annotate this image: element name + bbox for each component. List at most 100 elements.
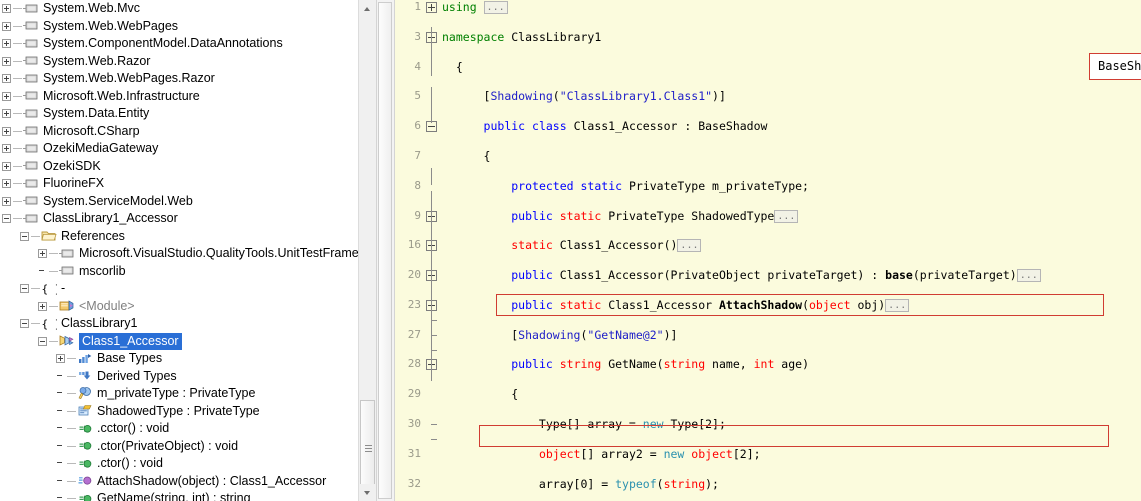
code-line[interactable]: 32 array[0] = typeof(string); [395, 477, 1141, 492]
code-text: public static Class1_Accessor AttachShad… [442, 298, 910, 313]
code-line[interactable]: 29 { [395, 387, 1141, 402]
code-line[interactable]: 5 [Shadowing("ClassLibrary1.Class1")] [395, 89, 1141, 104]
expander-plus-icon[interactable] [2, 74, 11, 84]
expander-plus-icon[interactable] [2, 56, 11, 66]
collapsed-region-icon[interactable]: ... [1016, 269, 1041, 283]
code-line[interactable]: 30 Type[] array = new Type[2]; [395, 417, 1141, 432]
scroll-up-button[interactable] [359, 0, 376, 17]
tree-item[interactable]: System.ComponentModel.DataAnnotations [0, 35, 376, 53]
code-token: Class1_Accessor [573, 119, 678, 134]
expander-plus-icon[interactable] [2, 126, 11, 136]
expander-minus-icon[interactable] [20, 319, 29, 329]
object-browser-panel[interactable]: System.Web.Mvc System.Web.WebPages System.… [0, 0, 376, 501]
collapsed-region-icon[interactable]: ... [774, 209, 799, 223]
collapsed-region-icon[interactable]: ... [677, 239, 702, 253]
tree-item[interactable]: ShadowedType : PrivateType [0, 403, 376, 421]
method-icon [77, 457, 93, 471]
tree-item[interactable]: Microsoft.VisualStudio.QualityTools.Unit… [0, 245, 376, 263]
line-number: 31 [407, 446, 421, 460]
tree-item[interactable]: { }ClassLibrary1 [0, 315, 376, 333]
namespace-icon: { } [41, 282, 58, 296]
code-lines-container[interactable]: 1 using ... 3 namespace ClassLibrary1 4 { 5 [… [395, 0, 1141, 491]
code-line[interactable]: 8 protected static PrivateType m_private… [395, 179, 1141, 194]
panel-splitter-thumb[interactable] [378, 2, 392, 499]
expander-plus-icon[interactable] [56, 354, 65, 364]
tree-item[interactable]: System.ServiceModel.Web [0, 193, 376, 211]
code-line[interactable]: 9 public static PrivateType ShadowedType… [395, 209, 1141, 224]
expander-plus-icon[interactable] [2, 4, 11, 14]
expander-plus-icon[interactable] [2, 161, 11, 171]
code-line[interactable]: 4 { [395, 60, 1141, 75]
code-line[interactable]: 16 static Class1_Accessor()... [395, 238, 1141, 253]
method-icon [77, 492, 93, 501]
panel-splitter-scrollbar[interactable] [376, 0, 395, 501]
tree-item[interactable]: System.Web.Razor [0, 53, 376, 71]
tree-item[interactable]: FluorineFX [0, 175, 376, 193]
expander-minus-icon[interactable] [20, 284, 29, 294]
tree-connector-line [67, 410, 76, 412]
code-token: Class1_Accessor(PrivateObject privateTar… [559, 268, 886, 283]
line-number: 23 [407, 297, 421, 311]
line-number: 29 [407, 387, 421, 401]
tree-item[interactable]: System.Web.WebPages.Razor [0, 70, 376, 88]
tree-item[interactable]: Base Types [0, 350, 376, 368]
collapsed-region-icon[interactable]: ... [885, 298, 910, 312]
expander-plus-icon[interactable] [2, 91, 11, 101]
assembly-icon [23, 107, 39, 121]
expander-plus-icon[interactable] [2, 179, 11, 189]
collapsed-region-icon[interactable]: ... [483, 1, 508, 14]
object-browser-tree[interactable]: System.Web.Mvc System.Web.WebPages System.… [0, 0, 376, 501]
tree-item[interactable]: OzekiMediaGateway [0, 140, 376, 158]
tree-item[interactable]: <Module> [0, 298, 376, 316]
tree-item[interactable]: GetName(string, int) : string [0, 490, 376, 501]
tree-item[interactable]: References [0, 228, 376, 246]
tree-item[interactable]: Microsoft.CSharp [0, 123, 376, 141]
code-text: public Class1_Accessor(PrivateObject pri… [442, 268, 1041, 283]
expander-minus-icon[interactable] [38, 336, 47, 346]
expander-plus-icon[interactable] [38, 301, 47, 311]
code-line[interactable]: 23 public static Class1_Accessor AttachS… [395, 298, 1141, 313]
tree-item[interactable]: m_privateType : PrivateType [0, 385, 376, 403]
tree-item[interactable]: System.Web.WebPages [0, 18, 376, 36]
code-line[interactable]: 20 public Class1_Accessor(PrivateObject … [395, 268, 1141, 283]
code-line[interactable]: 27 [Shadowing("GetName@2")] [395, 328, 1141, 343]
code-line[interactable]: 6 public class Class1_Accessor : BaseSha… [395, 119, 1141, 134]
tree-vertical-scrollbar[interactable] [358, 0, 376, 501]
expander-minus-icon[interactable] [20, 231, 29, 241]
expander-plus-icon[interactable] [38, 249, 47, 259]
tree-connector-line [49, 270, 58, 272]
scroll-down-button[interactable] [359, 484, 376, 501]
tree-item[interactable]: Derived Types [0, 368, 376, 386]
tree-connector-line [31, 323, 40, 325]
code-line[interactable]: 3 namespace ClassLibrary1 [395, 30, 1141, 45]
code-line[interactable]: 7 { [395, 149, 1141, 164]
tree-item[interactable]: mscorlib [0, 263, 376, 281]
tree-item[interactable]: AttachShadow(object) : Class1_Accessor [0, 473, 376, 491]
tree-item[interactable]: Microsoft.Web.Infrastructure [0, 88, 376, 106]
tree-item[interactable]: { }- [0, 280, 376, 298]
expander-plus-icon[interactable] [2, 21, 11, 31]
code-editor[interactable]: 1 using ... 3 namespace ClassLibrary1 4 { 5 [… [395, 0, 1141, 501]
tree-connector-line [49, 340, 58, 342]
expander-plus-icon[interactable] [2, 39, 11, 49]
expander-plus-icon[interactable] [2, 109, 11, 119]
expander-plus-icon[interactable] [2, 144, 11, 154]
code-line[interactable]: 1 using ... [395, 0, 1141, 15]
code-line[interactable]: 28 public string GetName(string name, in… [395, 357, 1141, 372]
tree-item[interactable]: .ctor(PrivateObject) : void [0, 438, 376, 456]
tree-item[interactable]: Class1_Accessor [0, 332, 376, 350]
tree-item[interactable]: OzekiSDK [0, 158, 376, 176]
tree-item[interactable]: .cctor() : void [0, 420, 376, 438]
tree-item[interactable]: System.Data.Entity [0, 105, 376, 123]
tree-item[interactable]: .ctor() : void [0, 455, 376, 473]
code-line[interactable]: 31 object[] array2 = new object[2]; [395, 447, 1141, 462]
assembly-icon [23, 54, 39, 68]
tree-item[interactable]: System.Web.Mvc [0, 0, 376, 18]
expander-plus-icon[interactable] [2, 196, 11, 206]
expander-minus-icon[interactable] [2, 214, 11, 224]
fold-expand-icon[interactable] [426, 2, 437, 13]
tree-item[interactable]: ClassLibrary1_Accessor [0, 210, 376, 228]
